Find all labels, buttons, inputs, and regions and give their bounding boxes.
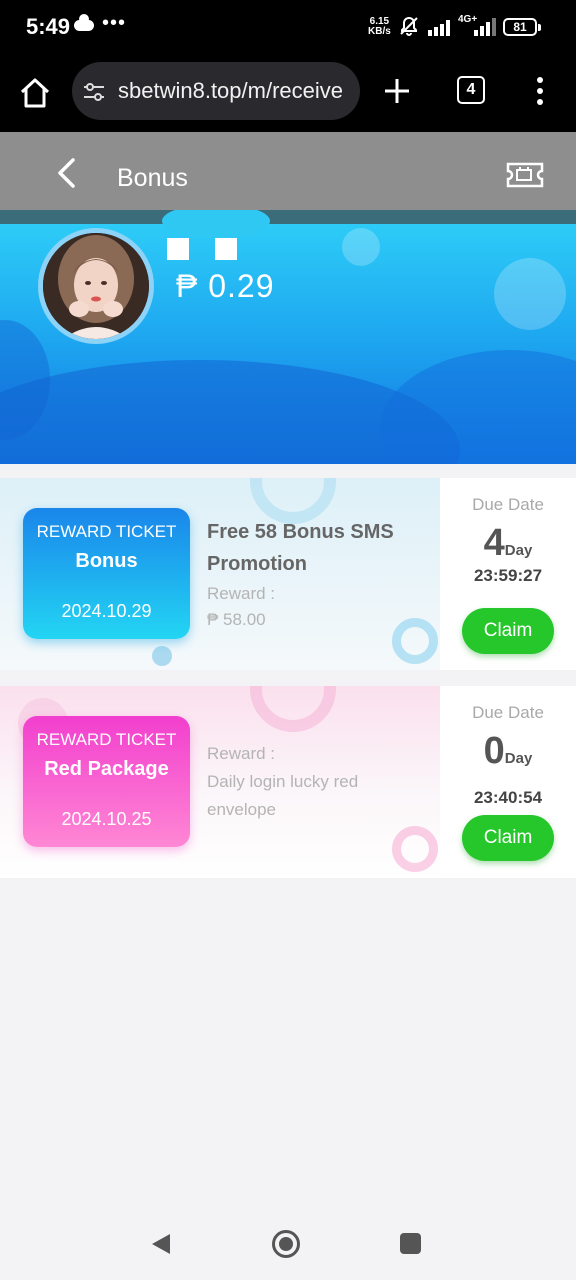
badge-label: REWARD TICKET	[36, 730, 177, 749]
ring-decoration	[392, 826, 438, 872]
signal-icon	[474, 18, 496, 36]
url-text[interactable]: sbetwin8.top/m/receive	[118, 78, 343, 104]
bubble-decoration	[494, 258, 566, 330]
network-speed: 6.15 KB/s	[368, 17, 391, 37]
badge-name: Red Package	[44, 758, 169, 780]
avatar[interactable]	[38, 228, 154, 344]
signal-icon	[428, 20, 450, 36]
ticket-icon[interactable]	[506, 162, 544, 188]
site-settings-icon[interactable]	[82, 80, 106, 104]
reward-label: Reward :	[207, 744, 276, 763]
more-vert-icon[interactable]	[530, 74, 550, 108]
balance-amount: ₱ 0.29	[176, 268, 275, 304]
profile-banner: ₱ 0.29	[0, 210, 576, 464]
time-remaining: 23:40:54	[473, 788, 543, 807]
badge-name: Bonus	[75, 550, 138, 572]
status-bar: 5:49 ••• 6.15 KB/s 4G+ 81	[0, 0, 576, 56]
days-unit: Day	[504, 750, 533, 767]
reward-ticket-card: REWARD TICKET Bonus 2024.10.29 Free 58 B…	[0, 478, 576, 670]
reward-ticket-card: REWARD TICKET Red Package 2024.10.25 Rew…	[0, 686, 576, 878]
badge-label: REWARD TICKET	[36, 522, 177, 541]
due-date-label: Due Date	[472, 495, 544, 514]
banner-edge	[0, 210, 576, 224]
badge-date: 2024.10.25	[61, 809, 152, 829]
battery-icon: 81	[503, 18, 541, 36]
reward-ticket-badge: REWARD TICKET Red Package 2024.10.25	[23, 716, 190, 847]
banner-tab-decoration	[162, 210, 270, 238]
plus-icon[interactable]	[380, 74, 414, 108]
cloud-icon	[74, 14, 94, 31]
avatar-image	[43, 233, 149, 339]
address-bar[interactable]: sbetwin8.top/m/receive	[72, 62, 360, 120]
ticket-title: Free 58 Bonus SMS Promotion	[207, 521, 394, 575]
days-unit: Day	[504, 542, 533, 559]
reward-ticket-badge: REWARD TICKET Bonus 2024.10.29	[23, 508, 190, 639]
days-remaining: 0Day	[440, 730, 576, 773]
bubble-decoration	[342, 228, 380, 266]
home-icon[interactable]	[16, 74, 54, 112]
claim-button[interactable]: Claim	[462, 608, 554, 654]
wave-decoration	[380, 350, 576, 464]
more-notifications-icon: •••	[102, 12, 127, 34]
days-number: 0	[483, 730, 505, 772]
reward-value: Daily login lucky red envelope	[207, 772, 359, 819]
nav-home-icon[interactable]	[271, 1229, 301, 1259]
status-time: 5:49	[26, 14, 71, 39]
claim-button[interactable]: Claim	[462, 815, 554, 861]
back-arrow-icon[interactable]	[50, 156, 84, 190]
reward-value: ₱ 58.00	[207, 610, 266, 629]
time-remaining: 23:59:27	[473, 566, 543, 585]
reward-label: Reward :	[207, 584, 276, 603]
nav-back-icon[interactable]	[150, 1232, 172, 1256]
nav-recents-icon[interactable]	[400, 1233, 421, 1254]
username-masked	[167, 238, 239, 262]
days-remaining: 4Day	[440, 522, 576, 565]
due-date-label: Due Date	[472, 703, 544, 722]
page-title: Bonus	[117, 164, 188, 192]
ring-decoration	[250, 686, 336, 732]
badge-date: 2024.10.29	[61, 601, 152, 621]
mute-icon	[400, 16, 418, 36]
tabs-icon[interactable]: 4	[457, 76, 485, 104]
browser-toolbar: sbetwin8.top/m/receive 4	[0, 56, 576, 132]
network-speed-unit: KB/s	[368, 26, 391, 37]
days-number: 4	[483, 522, 505, 564]
app-header: Bonus	[0, 132, 576, 210]
dot-decoration	[152, 646, 172, 666]
